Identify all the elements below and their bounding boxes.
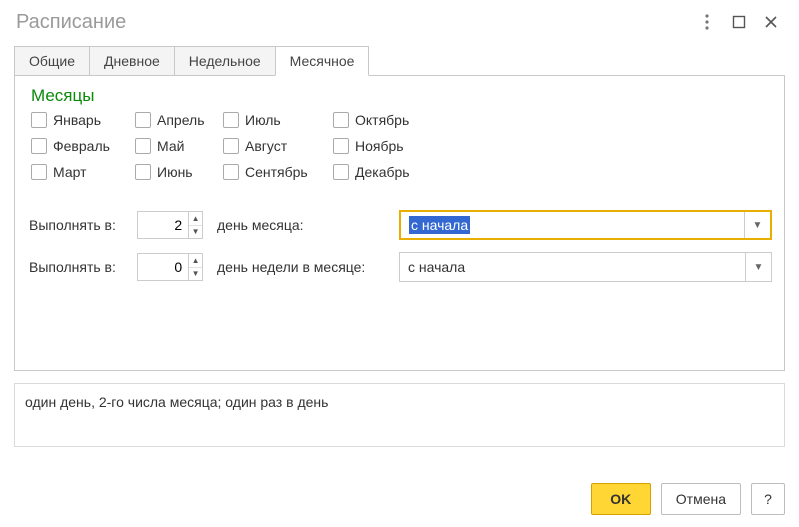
day-of-month-stepper[interactable]: ▲ ▼ xyxy=(137,211,203,239)
month-checkbox[interactable]: Ноябрь xyxy=(333,138,437,154)
ok-button[interactable]: OK xyxy=(591,483,651,515)
kebab-icon[interactable] xyxy=(695,10,719,34)
months-grid: Январь Апрель Июль Октябрь Февраль Май А… xyxy=(31,112,772,180)
month-label: Ноябрь xyxy=(355,138,404,154)
month-checkbox[interactable]: Август xyxy=(223,138,333,154)
stepper-down-icon[interactable]: ▼ xyxy=(189,226,202,239)
chevron-down-icon[interactable]: ▼ xyxy=(744,212,770,238)
monthly-panel: Месяцы Январь Апрель Июль Октябрь Феврал… xyxy=(14,75,785,371)
month-checkbox[interactable]: Январь xyxy=(31,112,135,128)
day-of-month-unit: день месяца: xyxy=(217,217,399,233)
month-label: Февраль xyxy=(53,138,110,154)
maximize-icon[interactable] xyxy=(727,10,751,34)
tab-common[interactable]: Общие xyxy=(14,46,90,76)
month-label: Июнь xyxy=(157,164,193,180)
month-label: Январь xyxy=(53,112,101,128)
month-checkbox[interactable]: Декабрь xyxy=(333,164,437,180)
months-heading: Месяцы xyxy=(31,86,772,106)
tab-bar: Общие Дневное Недельное Месячное xyxy=(14,46,785,76)
month-checkbox[interactable]: Апрель xyxy=(135,112,223,128)
month-label: Март xyxy=(53,164,87,180)
checkbox-icon xyxy=(223,112,239,128)
checkbox-icon xyxy=(333,138,349,154)
month-label: Июль xyxy=(245,112,281,128)
tab-daily[interactable]: Дневное xyxy=(89,46,175,76)
day-of-week-input[interactable] xyxy=(138,254,188,280)
day-of-week-origin-select[interactable]: с начала ▼ xyxy=(399,252,772,282)
month-checkbox[interactable]: Сентябрь xyxy=(223,164,333,180)
day-of-week-stepper[interactable]: ▲ ▼ xyxy=(137,253,203,281)
month-label: Сентябрь xyxy=(245,164,308,180)
checkbox-icon xyxy=(31,112,47,128)
page-title: Расписание xyxy=(16,11,687,34)
day-of-month-origin-select[interactable]: с начала ▼ xyxy=(399,210,772,240)
tab-weekly[interactable]: Недельное xyxy=(174,46,276,76)
month-checkbox[interactable]: Октябрь xyxy=(333,112,437,128)
checkbox-icon xyxy=(223,164,239,180)
checkbox-icon xyxy=(333,112,349,128)
checkbox-icon xyxy=(135,138,151,154)
stepper-up-icon[interactable]: ▲ xyxy=(189,254,202,268)
month-checkbox[interactable]: Июль xyxy=(223,112,333,128)
checkbox-icon xyxy=(31,164,47,180)
month-label: Октябрь xyxy=(355,112,409,128)
month-label: Декабрь xyxy=(355,164,410,180)
checkbox-icon xyxy=(333,164,349,180)
month-checkbox[interactable]: Февраль xyxy=(31,138,135,154)
help-button[interactable]: ? xyxy=(751,483,785,515)
tab-monthly[interactable]: Месячное xyxy=(275,46,370,76)
day-of-week-unit: день недели в месяце: xyxy=(217,259,399,275)
month-label: Май xyxy=(157,138,184,154)
month-checkbox[interactable]: Март xyxy=(31,164,135,180)
checkbox-icon xyxy=(135,164,151,180)
stepper-up-icon[interactable]: ▲ xyxy=(189,212,202,226)
stepper-down-icon[interactable]: ▼ xyxy=(189,268,202,281)
day-of-month-input[interactable] xyxy=(138,212,188,238)
checkbox-icon xyxy=(135,112,151,128)
close-icon[interactable] xyxy=(759,10,783,34)
day-of-month-label: Выполнять в: xyxy=(29,217,137,233)
checkbox-icon xyxy=(223,138,239,154)
month-checkbox[interactable]: Июнь xyxy=(135,164,223,180)
combo-value: с начала xyxy=(400,259,745,275)
month-checkbox[interactable]: Май xyxy=(135,138,223,154)
chevron-down-icon[interactable]: ▼ xyxy=(745,253,771,281)
day-of-week-label: Выполнять в: xyxy=(29,259,137,275)
month-label: Апрель xyxy=(157,112,205,128)
checkbox-icon xyxy=(31,138,47,154)
summary-text: один день, 2-го числа месяца; один раз в… xyxy=(14,383,785,447)
combo-value: с начала xyxy=(409,216,470,234)
month-label: Август xyxy=(245,138,287,154)
cancel-button[interactable]: Отмена xyxy=(661,483,741,515)
